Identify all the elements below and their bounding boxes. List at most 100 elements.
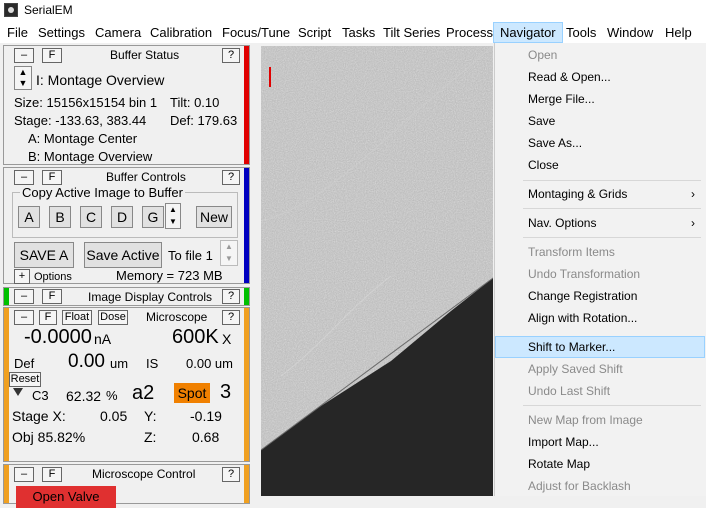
menu-focus-tune[interactable]: Focus/Tune xyxy=(216,22,296,43)
panel-color-bar xyxy=(244,465,249,503)
collapse-button[interactable]: – xyxy=(14,310,34,325)
c3-unit: % xyxy=(106,388,118,403)
spin-up-icon[interactable]: ▲ xyxy=(166,204,180,216)
menu-tasks[interactable]: Tasks xyxy=(336,22,381,43)
dose-button[interactable]: Dose xyxy=(98,310,128,325)
collapse-button[interactable]: – xyxy=(14,170,34,185)
menu-item-label: Nav. Options xyxy=(528,216,597,230)
menu-item-undo-transformation[interactable]: Undo Transformation xyxy=(495,263,705,285)
menu-item-undo-last-shift[interactable]: Undo Last Shift xyxy=(495,380,705,402)
serialem-app-icon xyxy=(4,3,18,17)
menu-process[interactable]: Process xyxy=(440,22,499,43)
menu-script[interactable]: Script xyxy=(292,22,337,43)
buffer-status-panel: – F Buffer Status ? ▲ ▼ I: Montage Overv… xyxy=(3,45,250,165)
microscope-panel: – F Float Dose Microscope ? -0.0000 nA 6… xyxy=(3,307,250,462)
spin-up-icon[interactable]: ▲ xyxy=(15,67,31,78)
menu-item-import-map[interactable]: Import Map... xyxy=(495,431,705,453)
menu-item-open[interactable]: Open xyxy=(495,44,705,66)
menu-item-adjust-for-backlash[interactable]: Adjust for Backlash xyxy=(495,475,705,497)
menu-calibration[interactable]: Calibration xyxy=(144,22,218,43)
aperture-label: a2 xyxy=(132,382,155,404)
options-toggle-button[interactable]: + xyxy=(14,269,30,284)
collapse-button[interactable]: – xyxy=(14,48,34,63)
menu-separator xyxy=(523,405,701,406)
reset-button[interactable]: Reset xyxy=(9,372,41,387)
menu-item-change-registration[interactable]: Change Registration xyxy=(495,285,705,307)
menu-settings[interactable]: Settings xyxy=(32,22,91,43)
menu-tools[interactable]: Tools xyxy=(560,22,602,43)
menu-help[interactable]: Help xyxy=(659,22,698,43)
tilt-value: Tilt: 0.10 xyxy=(170,95,220,110)
collapse-button[interactable]: – xyxy=(14,467,34,482)
collapse-button[interactable]: – xyxy=(14,289,34,304)
image-display-panel: – F Image Display Controls ? xyxy=(3,287,250,306)
menu-item-read-open[interactable]: Read & Open... xyxy=(495,66,705,88)
panel-title: Microscope xyxy=(146,310,208,324)
new-buffer-button[interactable]: New xyxy=(196,206,232,228)
menu-camera[interactable]: Camera xyxy=(89,22,147,43)
defocus-unit: um xyxy=(110,356,129,371)
buffer-spin-control[interactable]: ▲ ▼ xyxy=(14,66,32,90)
menu-item-save[interactable]: Save xyxy=(495,110,705,132)
buffer-a-label: A: Montage Center xyxy=(28,131,138,146)
panel-title: Image Display Controls xyxy=(88,290,213,304)
menu-item-shift-to-marker[interactable]: Shift to Marker... xyxy=(495,336,705,358)
help-button[interactable]: ? xyxy=(222,467,240,482)
menu-item-save-as[interactable]: Save As... xyxy=(495,132,705,154)
defocus-value: 0.00 xyxy=(68,351,105,372)
menu-item-rotate-map[interactable]: Rotate Map xyxy=(495,453,705,475)
save-a-button[interactable]: SAVE A xyxy=(14,242,74,268)
stage-y-label: Y: xyxy=(144,408,157,424)
menu-file[interactable]: File xyxy=(1,22,34,43)
spin-down-icon[interactable]: ▼ xyxy=(221,253,237,265)
help-button[interactable]: ? xyxy=(222,170,240,185)
spin-down-icon[interactable]: ▼ xyxy=(166,216,180,228)
float-panel-button[interactable]: Float xyxy=(62,310,92,325)
help-button[interactable]: ? xyxy=(222,48,240,63)
spin-up-icon[interactable]: ▲ xyxy=(221,241,237,253)
copy-to-a-button[interactable]: A xyxy=(18,206,40,228)
float-button[interactable]: F xyxy=(39,310,57,325)
submenu-arrow-icon: › xyxy=(691,216,695,230)
c3-dropdown-icon[interactable] xyxy=(13,388,23,396)
buffer-b-label: B: Montage Overview xyxy=(28,149,153,164)
file-number-spinner[interactable]: ▲ ▼ xyxy=(220,240,238,266)
spin-down-icon[interactable]: ▼ xyxy=(15,78,31,89)
copy-to-c-button[interactable]: C xyxy=(80,206,102,228)
float-button[interactable]: F xyxy=(42,289,62,304)
menu-item-montaging-grids[interactable]: Montaging & Grids › xyxy=(495,183,705,205)
save-active-button[interactable]: Save Active xyxy=(84,242,162,268)
help-button[interactable]: ? xyxy=(222,310,240,325)
menu-window[interactable]: Window xyxy=(601,22,659,43)
menu-item-transform-items[interactable]: Transform Items xyxy=(495,241,705,263)
options-label: Options xyxy=(34,271,72,283)
float-button[interactable]: F xyxy=(42,48,62,63)
stage-z-label: Z: xyxy=(144,429,157,445)
menu-navigator[interactable]: Navigator xyxy=(493,22,563,43)
copy-to-b-button[interactable]: B xyxy=(49,206,71,228)
spot-label: Spot xyxy=(174,383,210,403)
current-unit: nA xyxy=(94,331,112,347)
menu-item-new-map-from-image[interactable]: New Map from Image xyxy=(495,409,705,431)
spot-value: 3 xyxy=(220,381,232,403)
defocus-value: Def: 179.63 xyxy=(170,113,238,128)
magnification: 600K xyxy=(172,326,219,348)
copy-to-d-button[interactable]: D xyxy=(111,206,133,228)
menu-tilt-series[interactable]: Tilt Series xyxy=(377,22,446,43)
defocus-label: Def xyxy=(14,356,35,371)
image-viewport[interactable] xyxy=(261,46,493,496)
buffer-letter-spinner[interactable]: ▲ ▼ xyxy=(165,203,181,229)
float-button[interactable]: F xyxy=(42,467,62,482)
menu-item-align-with-rotation[interactable]: Align with Rotation... xyxy=(495,307,705,329)
copy-to-g-button[interactable]: G xyxy=(142,206,164,228)
menu-item-close[interactable]: Close xyxy=(495,154,705,176)
panel-title: Microscope Control xyxy=(92,467,196,481)
navigator-menu: Open Read & Open... Merge File... Save S… xyxy=(494,43,706,496)
menu-item-merge-file[interactable]: Merge File... xyxy=(495,88,705,110)
help-button[interactable]: ? xyxy=(222,289,240,304)
menu-item-apply-saved-shift[interactable]: Apply Saved Shift xyxy=(495,358,705,380)
open-valve-button[interactable]: Open Valve xyxy=(16,486,116,508)
to-file-label: To file 1 xyxy=(168,248,213,263)
float-button[interactable]: F xyxy=(42,170,62,185)
menu-item-nav-options[interactable]: Nav. Options › xyxy=(495,212,705,234)
